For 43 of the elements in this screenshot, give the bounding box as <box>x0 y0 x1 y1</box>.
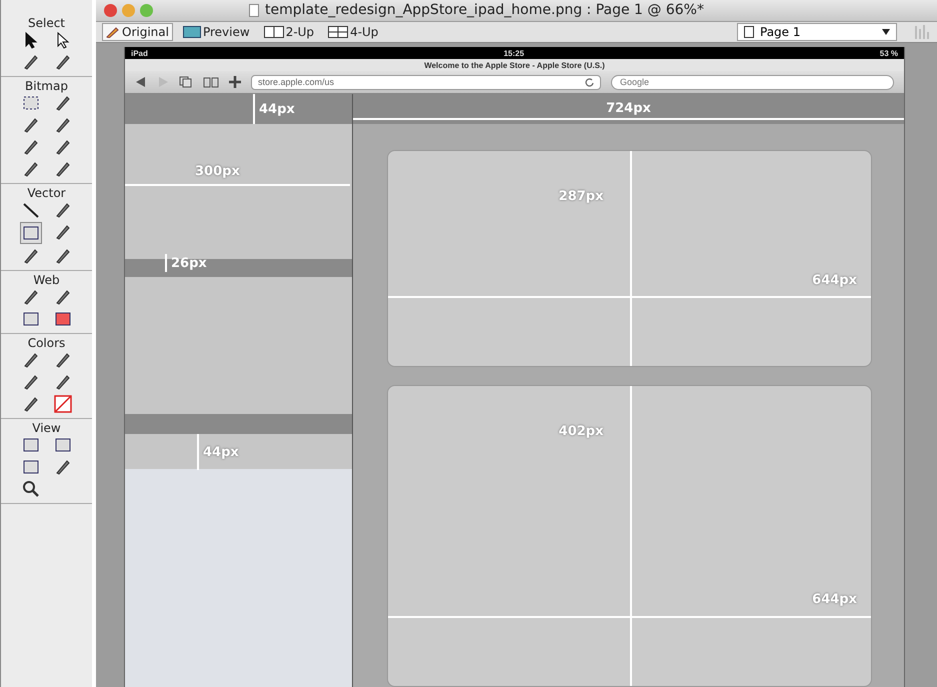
view-tab[interactable]: Original <box>102 22 173 41</box>
section-label: Colors <box>28 336 66 350</box>
section-label: Bitmap <box>25 79 68 93</box>
dimension-label: 287px <box>558 189 604 204</box>
close-button[interactable] <box>104 4 117 17</box>
page-dropdown[interactable]: Page 1 <box>737 22 897 41</box>
view-tab[interactable]: Preview <box>178 22 254 41</box>
dimension-label: 724px <box>606 101 651 116</box>
caret-icon <box>882 28 890 35</box>
reload-icon[interactable] <box>585 78 594 86</box>
zoom-icon[interactable] <box>20 479 40 499</box>
section-label: Vector <box>27 186 66 200</box>
page-title: Welcome to the Apple Store - Apple Store (U.S.) <box>424 60 605 70</box>
document-icon <box>249 4 259 17</box>
dimension-label: 644px <box>812 592 857 607</box>
view-tab[interactable]: 2-Up <box>260 22 318 41</box>
dimension-label: 402px <box>558 424 604 439</box>
dimension-label: 26px <box>171 256 207 270</box>
dimension-label: 300px <box>195 164 240 179</box>
section-label: Select <box>28 16 66 30</box>
dimension-label: 644px <box>812 273 857 288</box>
two-panes-icon <box>264 26 284 38</box>
search-field[interactable]: Google <box>611 74 894 90</box>
clock: 15:25 <box>504 48 524 58</box>
dimension-label: 44px <box>259 102 295 116</box>
bookmarks-icon[interactable] <box>203 76 219 88</box>
section-label: Web <box>33 273 60 287</box>
device-label: iPad <box>131 48 148 58</box>
rectangle-icon[interactable] <box>20 222 42 244</box>
pencil-icon <box>106 26 120 38</box>
view-tab[interactable]: 4-Up <box>324 22 382 41</box>
back-icon[interactable] <box>135 76 147 88</box>
add-icon[interactable] <box>229 76 241 88</box>
image-icon <box>182 26 201 38</box>
stroke-swatch-icon[interactable] <box>52 394 72 414</box>
dimension-label: 44px <box>203 444 239 460</box>
pages-icon[interactable] <box>179 76 193 88</box>
page-icon <box>744 26 754 38</box>
section-label: View <box>32 421 61 435</box>
address-field[interactable]: store.apple.com/us <box>251 74 601 90</box>
battery-level: 53 % <box>880 48 898 58</box>
window-title: template_redesign_AppStore_ipad_home.png : Page 1 @ 66%* <box>265 2 704 18</box>
four-panes-icon <box>328 26 348 38</box>
